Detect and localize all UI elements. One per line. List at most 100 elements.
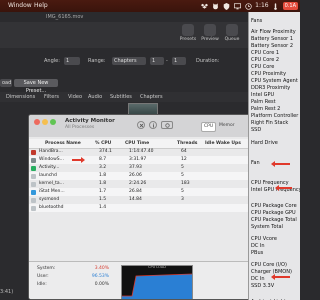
minimize-button[interactable] bbox=[42, 119, 48, 125]
load-button[interactable]: oad bbox=[0, 79, 12, 87]
stop-process-icon[interactable] bbox=[137, 121, 145, 129]
window-subtitle: All Processes bbox=[65, 125, 95, 130]
sensor-menu-item[interactable]: Intel GPU bbox=[251, 92, 274, 98]
clock-icon[interactable] bbox=[244, 2, 252, 10]
table-row[interactable]: launchd 1.8 26.06 5 bbox=[29, 172, 259, 180]
clock-time: 1:16 bbox=[255, 2, 269, 9]
vpn-icon[interactable] bbox=[222, 2, 230, 10]
system-value: 3.40% bbox=[94, 266, 109, 271]
table-row[interactable]: kernel_ta... 1.8 2:24.26 183 bbox=[29, 180, 259, 188]
threads-cell: 64 bbox=[181, 149, 187, 154]
cpu-time-cell: 14.84 bbox=[129, 197, 142, 202]
menu-bar: Window Help 1:16 0.1A bbox=[0, 0, 300, 12]
tab-audio[interactable]: Audio bbox=[88, 92, 102, 102]
tab-video[interactable]: Video bbox=[68, 92, 82, 102]
angle-select[interactable]: 1 bbox=[64, 57, 80, 65]
tab-cpu[interactable]: CPU bbox=[201, 122, 217, 132]
col-threads[interactable]: Threads bbox=[177, 139, 197, 148]
sensor-menu-item[interactable]: Air Flow Proximity bbox=[251, 29, 296, 35]
zoom-button[interactable] bbox=[50, 119, 56, 125]
sensor-menu-item[interactable]: CPU Core bbox=[251, 64, 274, 70]
process-icon bbox=[31, 189, 36, 195]
tab-filters[interactable]: Filters bbox=[44, 92, 59, 102]
table-row[interactable]: Activity... 3.2 37.93 5 bbox=[29, 164, 259, 172]
cpu-percent-cell: 8.7 bbox=[99, 157, 107, 162]
sensor-menu-item[interactable]: DC In bbox=[251, 243, 265, 249]
sensor-menu-item[interactable]: CPU Core 2 bbox=[251, 57, 279, 63]
preview-icon bbox=[204, 24, 216, 36]
table-row[interactable]: HandBra... 374.1 1:14:47.40 64 bbox=[29, 148, 259, 156]
cpu-percent-cell: 3.2 bbox=[99, 165, 107, 170]
sensor-menu-item[interactable]: System Total bbox=[251, 224, 283, 230]
process-name-cell: HandBra... bbox=[39, 149, 63, 154]
process-table: HandBra... 374.1 1:14:47.40 64 WindowS... 8.7… bbox=[29, 148, 259, 212]
sensor-menu-item[interactable]: CPU Vcore bbox=[251, 236, 277, 242]
col-process-name[interactable]: Process Name bbox=[45, 139, 81, 148]
close-button[interactable] bbox=[34, 119, 40, 125]
table-row[interactable]: bluetoothd 1.4 bbox=[29, 204, 259, 212]
sensor-menu-item[interactable]: SSD bbox=[251, 127, 261, 133]
menu-window[interactable]: Window bbox=[8, 0, 32, 12]
tab-memory[interactable]: Memor bbox=[217, 122, 237, 130]
angle-label: Angle: bbox=[44, 58, 60, 64]
cat-icon[interactable] bbox=[211, 2, 219, 10]
table-row[interactable]: sysmond 1.5 14.84 3 bbox=[29, 196, 259, 204]
source-range-row: Angle: 1 Range: Chapters 1 - 1 Duration: bbox=[0, 56, 248, 66]
sensor-menu-item[interactable]: Right Fin Stack bbox=[251, 120, 288, 126]
sensor-menu-item[interactable]: CPU Package Core bbox=[251, 203, 297, 209]
presets-button[interactable]: Presets bbox=[178, 24, 198, 42]
sensor-menu-item[interactable]: Palm Rest bbox=[251, 99, 276, 105]
sensor-menu-item[interactable]: CPU Frequency bbox=[251, 180, 289, 186]
presets-icon bbox=[182, 24, 194, 36]
tab-chapters[interactable]: Chapters bbox=[140, 92, 163, 102]
sensor-menu-item[interactable]: CPU Package GPU bbox=[251, 210, 296, 216]
gear-icon[interactable] bbox=[161, 121, 173, 129]
sensor-menu-item[interactable]: Battery Sensor 1 bbox=[251, 36, 293, 42]
activity-monitor-window: Activity Monitor All Processes CPU Memor… bbox=[28, 114, 260, 300]
process-icon bbox=[31, 197, 36, 203]
range-separator: - bbox=[166, 58, 168, 64]
table-row[interactable]: iStat Men... 1.7 26.84 5 bbox=[29, 188, 259, 196]
sensor-menu-item[interactable]: CPU Package Total bbox=[251, 217, 297, 223]
tab-subtitles[interactable]: Subtitles bbox=[110, 92, 132, 102]
threads-cell: 5 bbox=[181, 173, 184, 178]
sensor-menu-item[interactable]: PBus bbox=[251, 250, 263, 256]
sensor-menu-item[interactable]: CPU System Agent bbox=[251, 78, 298, 84]
sensor-menu-item[interactable]: CPU Proximity bbox=[251, 71, 286, 77]
cpu-time-cell: 3:31.97 bbox=[129, 157, 147, 162]
sensor-menu-item[interactable]: Fan bbox=[251, 160, 260, 166]
sensor-menu-item[interactable]: DDR3 Proximity bbox=[251, 85, 290, 91]
process-icon bbox=[31, 165, 36, 171]
sensor-menu-item[interactable]: CPU Core 1 bbox=[251, 50, 279, 56]
sensor-menu-item[interactable]: Platform Controller bbox=[251, 113, 298, 119]
range-label: Range: bbox=[88, 58, 106, 64]
save-new-preset-button[interactable]: Save New Preset... bbox=[14, 79, 58, 94]
temperature-icon[interactable] bbox=[272, 2, 280, 10]
range-type-select[interactable]: Chapters bbox=[112, 57, 146, 65]
current-draw-badge[interactable]: 0.1A bbox=[282, 2, 298, 10]
sensor-menu-item[interactable]: Hard Drive bbox=[251, 140, 278, 146]
range-start-select[interactable]: 1 bbox=[150, 57, 164, 65]
dropbox-icon[interactable] bbox=[200, 2, 208, 10]
queue-button[interactable]: Queue bbox=[222, 24, 242, 42]
sensor-menu-item[interactable]: SSD 3.3V bbox=[251, 283, 274, 289]
tab-dimensions[interactable]: Dimensions bbox=[6, 92, 35, 102]
presets-label: Presets bbox=[179, 37, 197, 42]
info-icon[interactable] bbox=[149, 121, 157, 129]
col-cpu-percent[interactable]: % CPU bbox=[95, 139, 111, 148]
range-end-select[interactable]: 1 bbox=[172, 57, 186, 65]
preview-button[interactable]: Preview bbox=[200, 24, 220, 42]
sensor-menu-item[interactable]: DC In bbox=[251, 276, 265, 282]
sensor-menu-item[interactable]: Battery Sensor 2 bbox=[251, 43, 293, 49]
process-name-cell: launchd bbox=[39, 173, 57, 178]
sensor-menu-item[interactable]: Palm Rest 2 bbox=[251, 106, 280, 112]
sensor-menu-item[interactable]: CPU Core (I/O) bbox=[251, 262, 287, 268]
col-cpu-time[interactable]: CPU Time bbox=[125, 139, 149, 148]
monitor-icon[interactable] bbox=[233, 2, 241, 10]
threads-cell: 5 bbox=[181, 165, 184, 170]
video-app-titlebar: IMG_6165.mov bbox=[0, 12, 248, 22]
menu-help[interactable]: Help bbox=[34, 0, 48, 12]
table-row[interactable]: WindowS... 8.7 3:31.97 12 bbox=[29, 156, 259, 164]
sensor-menu-item[interactable]: Fans bbox=[251, 18, 262, 24]
col-idle-wake-ups[interactable]: Idle Wake Ups bbox=[205, 139, 241, 148]
